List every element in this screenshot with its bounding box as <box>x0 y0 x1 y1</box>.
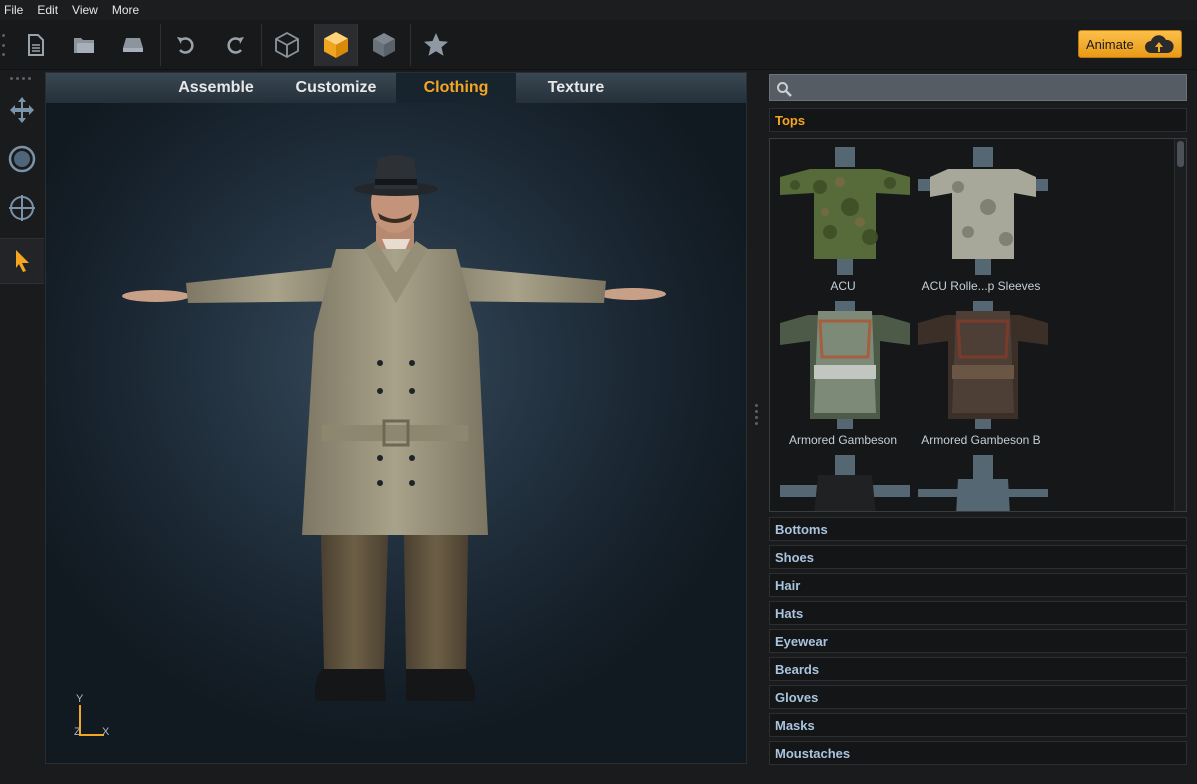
animate-label: Animate <box>1086 36 1134 52</box>
tab-texture[interactable]: Texture <box>516 73 636 103</box>
menu-more[interactable]: More <box>112 3 139 17</box>
crosshair-icon <box>9 195 35 221</box>
redo-icon <box>227 37 244 54</box>
drive-icon <box>123 38 143 52</box>
select-tool-button[interactable] <box>0 238 44 284</box>
clothing-panel: Tops ACU ACU Rolle...p Sleeves Armored G… <box>767 72 1188 784</box>
category-hair[interactable]: Hair <box>769 573 1187 597</box>
mode-tabs: Assemble Customize Clothing Texture <box>46 73 746 103</box>
cursor-icon <box>16 250 29 272</box>
tops-gallery: ACU ACU Rolle...p Sleeves Armored Gambes… <box>769 138 1187 512</box>
category-gloves[interactable]: Gloves <box>769 685 1187 709</box>
undo-icon <box>177 37 194 54</box>
undershirt-thumbnail <box>918 455 1048 511</box>
new-document-icon <box>28 34 44 56</box>
left-toolbar-grip[interactable] <box>10 77 31 80</box>
category-tops[interactable]: Tops <box>769 108 1187 132</box>
character-model[interactable] <box>116 153 676 713</box>
redo-button[interactable] <box>213 24 257 66</box>
toolbar: Animate <box>0 20 1197 70</box>
acu-thumbnail <box>780 147 910 275</box>
category-hats[interactable]: Hats <box>769 601 1187 625</box>
rotate-tool-button[interactable] <box>0 136 44 182</box>
textured-cube-icon <box>373 33 395 57</box>
undo-button[interactable] <box>164 24 208 66</box>
left-toolbar <box>0 71 44 784</box>
wireframe-cube-icon <box>275 31 299 59</box>
3d-viewport[interactable]: Assemble Customize Clothing Texture Y X … <box>45 72 747 764</box>
item-label: Armored Gambeson B <box>921 433 1041 447</box>
menu-edit[interactable]: Edit <box>37 3 58 17</box>
panel-splitter[interactable] <box>755 404 758 425</box>
clothing-item-armored-gambeson[interactable]: Armored Gambeson <box>774 301 912 451</box>
tab-clothing[interactable]: Clothing <box>396 73 516 103</box>
clothing-item-undershirt[interactable] <box>912 455 1050 511</box>
category-moustaches[interactable]: Moustaches <box>769 741 1187 765</box>
search-field[interactable] <box>769 74 1187 101</box>
item-label: ACU Rolle...p Sleeves <box>921 279 1041 293</box>
clothing-item-armored-gambeson-b[interactable]: Armored Gambeson B <box>912 301 1050 451</box>
acu-rolled-thumbnail <box>918 147 1048 275</box>
favorites-button[interactable] <box>414 24 458 66</box>
menu-view[interactable]: View <box>72 3 98 17</box>
rotate-icon <box>8 145 36 173</box>
target-tool-button[interactable] <box>0 185 44 231</box>
open-folder-button[interactable] <box>62 24 106 66</box>
wireframe-view-button[interactable] <box>265 24 309 66</box>
star-icon <box>424 33 448 56</box>
folder-icon <box>74 38 94 53</box>
category-bottoms[interactable]: Bottoms <box>769 517 1187 541</box>
armored-gambeson-thumbnail <box>780 301 910 429</box>
cloud-upload-icon <box>1145 35 1174 53</box>
menu-file[interactable]: File <box>4 3 23 17</box>
solid-cube-icon <box>324 32 348 58</box>
clothing-item-acu[interactable]: ACU <box>774 147 912 297</box>
category-shoes[interactable]: Shoes <box>769 545 1187 569</box>
axis-y-label: Y <box>76 693 84 705</box>
solid-view-button[interactable] <box>314 24 358 66</box>
move-icon <box>10 97 34 123</box>
animate-button[interactable]: Animate <box>1078 30 1182 58</box>
menu-bar: File Edit View More <box>0 0 1197 20</box>
axis-x-label: X <box>102 726 110 738</box>
gallery-scrollbar[interactable] <box>1174 139 1186 511</box>
axis-z-label: Z <box>74 726 81 738</box>
tab-customize[interactable]: Customize <box>276 73 396 103</box>
category-eyewear[interactable]: Eyewear <box>769 629 1187 653</box>
save-button[interactable] <box>111 24 155 66</box>
category-beards[interactable]: Beards <box>769 657 1187 681</box>
tab-assemble[interactable]: Assemble <box>156 73 276 103</box>
search-input[interactable] <box>796 78 1181 97</box>
item-label: Armored Gambeson <box>788 433 898 447</box>
toolbar-grip[interactable] <box>2 34 6 56</box>
tank-top-thumbnail <box>780 455 910 511</box>
armored-gambeson-b-thumbnail <box>918 301 1048 429</box>
gallery-scroll-thumb[interactable] <box>1177 141 1184 167</box>
new-document-button[interactable] <box>14 24 58 66</box>
textured-view-button[interactable] <box>362 24 406 66</box>
item-label: ACU <box>830 279 856 293</box>
search-icon <box>777 82 792 97</box>
clothing-item-tank-top[interactable] <box>774 455 912 511</box>
clothing-item-acu-rolled-sleeves[interactable]: ACU Rolle...p Sleeves <box>912 147 1050 297</box>
category-masks[interactable]: Masks <box>769 713 1187 737</box>
move-tool-button[interactable] <box>0 87 44 133</box>
